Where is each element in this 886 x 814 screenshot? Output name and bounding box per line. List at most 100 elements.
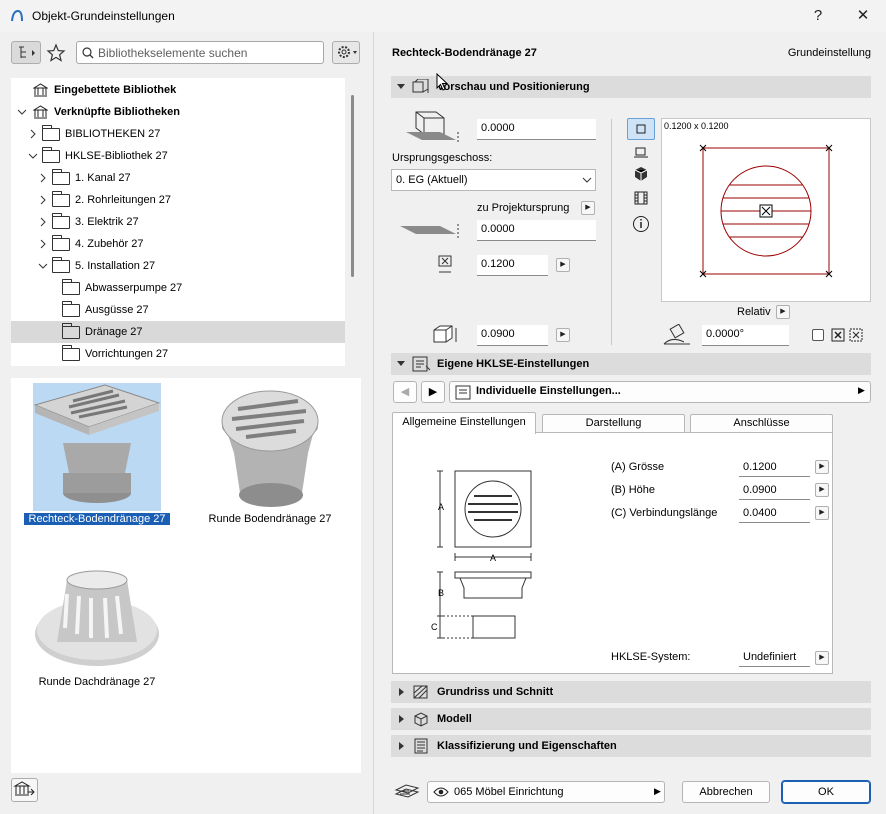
chevron-right-icon	[40, 217, 46, 227]
tree-item-label: BIBLIOTHEKEN 27	[65, 128, 161, 140]
folder-icon	[42, 125, 60, 141]
tab-connections[interactable]: Anschlüsse	[690, 414, 833, 433]
system-value[interactable]: Undefiniert	[739, 649, 810, 667]
tree-item-abwasserpumpe[interactable]: Abwasserpumpe 27	[11, 277, 345, 299]
mirror-x-icon[interactable]	[831, 328, 845, 342]
param-field-connection[interactable]: 0.0400	[739, 505, 810, 523]
param-arrow-connection[interactable]: ▶	[815, 506, 829, 520]
tab-display[interactable]: Darstellung	[542, 414, 685, 433]
cancel-button[interactable]: Abbrechen	[682, 781, 770, 803]
param-field-size[interactable]: 0.1200	[739, 459, 810, 477]
param-arrow-size[interactable]: ▶	[815, 460, 829, 474]
eye-icon	[433, 787, 449, 797]
height-arrow-button[interactable]: ▶	[556, 328, 570, 342]
tab-general[interactable]: Allgemeine Einstellungen	[392, 412, 536, 434]
relative-arrow-button[interactable]: ▶	[776, 305, 790, 319]
library-view-button[interactable]	[11, 41, 41, 64]
mouse-cursor-icon	[436, 73, 449, 91]
view-section-icon[interactable]	[633, 145, 649, 161]
tab-label: Allgemeine Einstellungen	[402, 416, 526, 428]
origin-elevation-field[interactable]: 0.0000	[477, 220, 596, 241]
dimension-label-c: C	[431, 622, 438, 632]
drain-dimension-diagram	[437, 470, 532, 639]
search-input[interactable]: Bibliothekselemente suchen	[76, 41, 324, 64]
load-library-button[interactable]	[11, 778, 38, 802]
info-icon[interactable]	[632, 215, 650, 233]
page-selector[interactable]: Individuelle Einstellungen... ▶	[449, 381, 871, 403]
tree-item-elektrik[interactable]: 3. Elektrik 27	[11, 211, 345, 233]
mirror-checkbox[interactable]	[812, 329, 824, 341]
section-preview-header[interactable]: Vorschau und Positionierung	[391, 76, 871, 98]
section-title: Klassifizierung und Eigenschaften	[437, 740, 617, 752]
section-model-header[interactable]: Modell	[391, 708, 871, 730]
param-field-height[interactable]: 0.0900	[739, 482, 810, 500]
gallery-item-rechteck[interactable]	[33, 383, 161, 511]
section-title: Modell	[437, 713, 472, 725]
next-page-button[interactable]: ▶	[421, 381, 445, 403]
close-button[interactable]: ✕	[843, 4, 883, 28]
elevation-field[interactable]: 0.0000	[477, 119, 596, 140]
layer-selector[interactable]: 065 Möbel Einrichtung ▶	[427, 781, 665, 803]
width-field[interactable]: 0.1200	[477, 255, 548, 276]
param-label-connection: (C) Verbindungslänge	[611, 507, 718, 519]
tree-item-linked[interactable]: Verknüpfte Bibliotheken	[11, 101, 345, 123]
object-gallery: Rechteck-Bodendränage 27 Runde Bodendrän…	[11, 378, 361, 773]
chevron-down-icon	[38, 263, 48, 269]
tree-item-bibliotheken[interactable]: BIBLIOTHEKEN 27	[11, 123, 345, 145]
chevron-down-icon	[17, 109, 27, 115]
mirror-dashed-icon[interactable]	[849, 328, 863, 342]
project-origin-arrow-button[interactable]: ▶	[581, 201, 595, 215]
folder-icon	[62, 279, 80, 295]
gallery-item-runde-dach[interactable]	[33, 546, 161, 674]
view-film-icon[interactable]	[633, 190, 649, 206]
model-cube-icon	[414, 712, 428, 727]
gallery-item-label: Rechteck-Bodendränage 27	[23, 512, 171, 526]
tree-item-label: HKLSE-Bibliothek 27	[65, 150, 168, 162]
previous-page-button[interactable]: ◀	[393, 381, 417, 403]
preview-canvas[interactable]: 0.1200 x 0.1200	[661, 118, 871, 302]
param-arrow-height[interactable]: ▶	[815, 483, 829, 497]
width-dimension-icon	[438, 255, 452, 273]
section-hklse-header[interactable]: Eigene HKLSE-Einstellungen	[391, 353, 871, 375]
tree-item-vorrichtungen[interactable]: Vorrichtungen 27	[11, 343, 345, 365]
help-button[interactable]: ?	[798, 4, 838, 28]
tree-item-ausguesse[interactable]: Ausgüsse 27	[11, 299, 345, 321]
height-field[interactable]: 0.0900	[477, 325, 548, 346]
square-icon	[636, 124, 646, 134]
tree-item-label: 3. Elektrik 27	[75, 216, 139, 228]
tree-item-installation[interactable]: 5. Installation 27	[11, 255, 345, 277]
library-import-icon	[13, 781, 35, 796]
angle-field[interactable]: 0.0000°	[702, 325, 789, 346]
tree-item-zubehoer[interactable]: 4. Zubehör 27	[11, 233, 345, 255]
tree-item-embedded[interactable]: Eingebettete Bibliothek	[11, 79, 345, 101]
expand-triangle-icon	[399, 715, 404, 723]
ok-button[interactable]: OK	[781, 780, 871, 804]
window-title: Objekt-Grundeinstellungen	[32, 9, 175, 23]
tree-item-rohrleitungen[interactable]: 2. Rohrleitungen 27	[11, 189, 345, 211]
section-title: Eigene HKLSE-Einstellungen	[437, 358, 590, 370]
view-3d-icon[interactable]	[633, 166, 649, 182]
library-settings-button[interactable]	[332, 41, 360, 64]
view-floorplan-button[interactable]	[627, 118, 655, 140]
width-arrow-button[interactable]: ▶	[556, 258, 570, 272]
chevron-right-icon	[40, 195, 46, 205]
layer-name: 065 Möbel Einrichtung	[454, 786, 564, 798]
gallery-item-runde-boden[interactable]	[206, 383, 334, 511]
section-classification-header[interactable]: Klassifizierung und Eigenschaften	[391, 735, 871, 757]
collapse-triangle-icon	[397, 84, 405, 89]
tree-item-hklse[interactable]: HKLSE-Bibliothek 27	[11, 145, 345, 167]
story-label: Ursprungsgeschoss:	[392, 152, 493, 164]
system-arrow-button[interactable]: ▶	[815, 651, 829, 665]
section-floorplan-header[interactable]: Grundriss und Schnitt	[391, 681, 871, 703]
section-title: Vorschau und Positionierung	[437, 81, 590, 93]
folder-icon	[62, 345, 80, 361]
tree-scrollbar[interactable]	[351, 95, 354, 277]
drain-plan-preview	[699, 144, 833, 278]
tab-label: Anschlüsse	[733, 417, 790, 429]
story-select[interactable]: 0. EG (Aktuell)	[391, 169, 596, 191]
tree-item-kanal[interactable]: 1. Kanal 27	[11, 167, 345, 189]
favorites-star-icon[interactable]	[46, 43, 66, 63]
settings-mode: Grundeinstellung	[787, 47, 871, 59]
tree-item-draenage[interactable]: Dränage 27	[11, 321, 345, 343]
divider	[611, 119, 612, 345]
